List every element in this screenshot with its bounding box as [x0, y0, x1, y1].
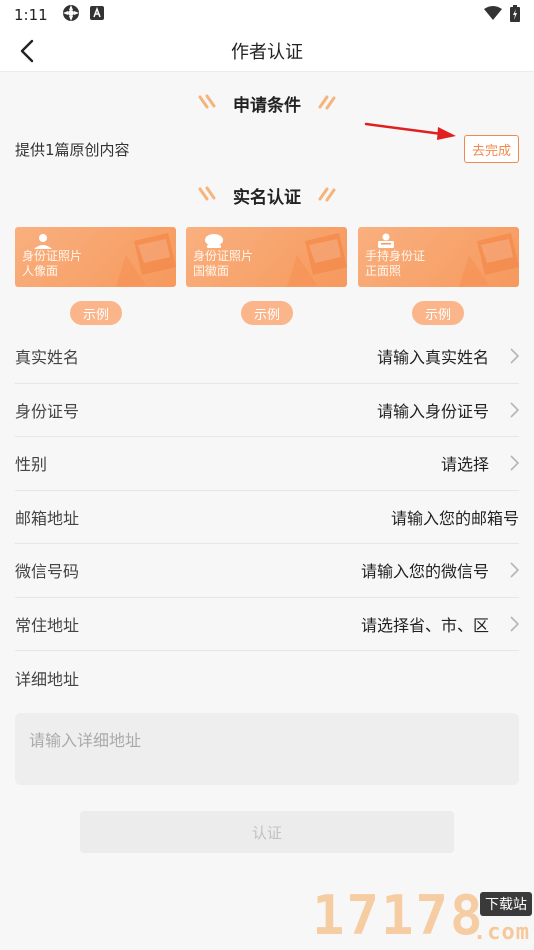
decoration-left-icon — [197, 185, 219, 205]
id-card-handheld-upload[interactable]: 手持身份证 正面照 — [358, 227, 519, 287]
form-row-real-name[interactable]: 真实姓名 请输入真实姓名 — [15, 330, 519, 384]
upload-decoration-icon — [287, 233, 347, 287]
watermark-domain: .com — [473, 920, 530, 945]
form-label: 真实姓名 — [15, 348, 80, 368]
example-button-handheld[interactable]: 示例 — [412, 301, 464, 325]
form-label: 邮箱地址 — [15, 508, 80, 528]
annotation-arrow-icon — [364, 122, 456, 140]
id-number-input[interactable]: 请输入身份证号 — [377, 398, 489, 422]
condition-text: 提供1篇原创内容 — [15, 140, 130, 159]
submit-verification-button[interactable]: 认证 — [80, 811, 454, 853]
chevron-right-icon — [497, 345, 519, 367]
email-input[interactable]: 请输入您的邮箱号 — [391, 505, 519, 529]
upload-decoration-icon — [116, 233, 176, 287]
back-arrow-icon[interactable] — [12, 36, 42, 66]
verification-heading: 实名认证 — [0, 180, 534, 210]
form-row-residence[interactable]: 常住地址 请选择省、市、区 — [15, 598, 519, 651]
wifi-icon — [484, 6, 502, 24]
conditions-heading: 申请条件 — [0, 88, 534, 118]
form-row-detail-address: 详细地址 — [15, 651, 519, 705]
example-button-emblem[interactable]: 示例 — [241, 301, 293, 325]
page-title: 作者认证 — [231, 41, 303, 63]
form-label: 身份证号 — [15, 401, 80, 421]
chevron-right-icon — [497, 613, 519, 635]
form-list: 真实姓名 请输入真实姓名 身份证号 请输入身份证号 性别 请选择 邮箱地址 请输… — [15, 330, 519, 705]
detail-address-input[interactable] — [15, 713, 519, 785]
form-row-email[interactable]: 邮箱地址 请输入您的邮箱号 — [15, 491, 519, 544]
decoration-right-icon — [315, 93, 337, 113]
conditions-title: 申请条件 — [233, 95, 301, 116]
watermark-badge: 下载站 — [480, 892, 532, 916]
form-label: 常住地址 — [15, 615, 80, 635]
example-button-portrait[interactable]: 示例 — [70, 301, 122, 325]
decoration-right-icon — [315, 185, 337, 205]
upload-decoration-icon — [459, 233, 519, 287]
status-time: 1:11 — [14, 6, 48, 24]
form-row-gender[interactable]: 性别 请选择 — [15, 437, 519, 491]
id-card-text: 身份证照片 国徽面 — [193, 249, 254, 278]
watermark: 17178 下载站 .com — [300, 882, 534, 950]
a-icon — [89, 6, 104, 24]
form-row-wechat[interactable]: 微信号码 请输入您的微信号 — [15, 544, 519, 598]
complete-button[interactable]: 去完成 — [463, 135, 519, 163]
id-card-group: 身份证照片 人像面 身份证照片 国徽面 手持身份证 正面照 — [15, 227, 519, 287]
gender-select[interactable]: 请选择 — [441, 451, 489, 475]
real-name-input[interactable]: 请输入真实姓名 — [377, 344, 489, 368]
region-select[interactable]: 请选择省、市、区 — [361, 612, 489, 636]
battery-charging-icon — [510, 4, 520, 26]
nav-bar: 作者认证 — [0, 30, 534, 72]
id-card-emblem-upload[interactable]: 身份证照片 国徽面 — [186, 227, 347, 287]
form-label: 性别 — [15, 455, 48, 475]
status-bar: 1:11 — [0, 0, 534, 30]
decoration-left-icon — [197, 93, 219, 113]
id-card-portrait-upload[interactable]: 身份证照片 人像面 — [15, 227, 176, 287]
chevron-right-icon — [497, 559, 519, 581]
chevron-right-icon — [497, 452, 519, 474]
id-card-text: 身份证照片 人像面 — [22, 249, 83, 278]
verification-title: 实名认证 — [233, 187, 301, 208]
wechat-input[interactable]: 请输入您的微信号 — [361, 558, 489, 582]
form-label: 微信号码 — [15, 562, 80, 582]
watermark-digits: 17178 — [312, 884, 485, 947]
form-label: 详细地址 — [15, 669, 80, 689]
id-card-text: 手持身份证 正面照 — [365, 249, 426, 278]
form-row-id-number[interactable]: 身份证号 请输入身份证号 — [15, 384, 519, 437]
settings-icon — [62, 4, 80, 26]
chevron-right-icon — [497, 399, 519, 421]
